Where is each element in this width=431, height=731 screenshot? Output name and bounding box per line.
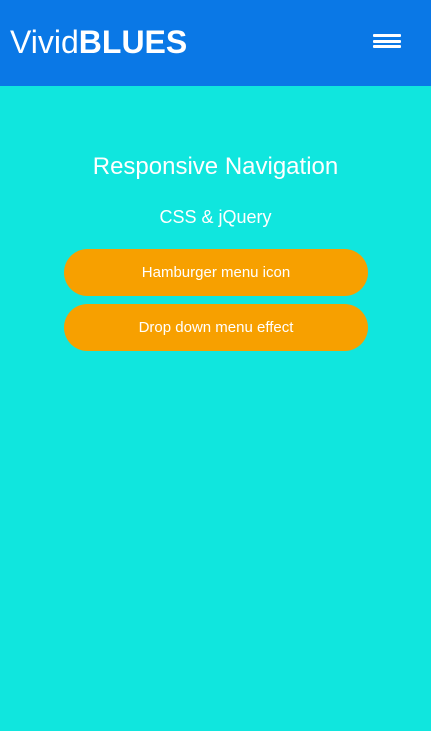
page-subtitle: CSS & jQuery [159, 207, 272, 227]
hamburger-line-top [373, 34, 401, 37]
site-header: VividBLUES [0, 0, 431, 86]
logo-bold-text: BLUES [78, 24, 188, 60]
site-logo[interactable]: VividBLUES [10, 22, 187, 62]
hamburger-line-bottom [373, 45, 401, 48]
hamburger-line-middle [373, 40, 401, 43]
logo-light-text: Vivid [10, 24, 79, 60]
hamburger-menu-icon-button[interactable]: Hamburger menu icon [64, 249, 368, 296]
hamburger-menu-icon[interactable] [369, 31, 405, 53]
drop-down-menu-effect-button[interactable]: Drop down menu effect [64, 304, 368, 351]
page-title: Responsive Navigation [92, 153, 339, 180]
